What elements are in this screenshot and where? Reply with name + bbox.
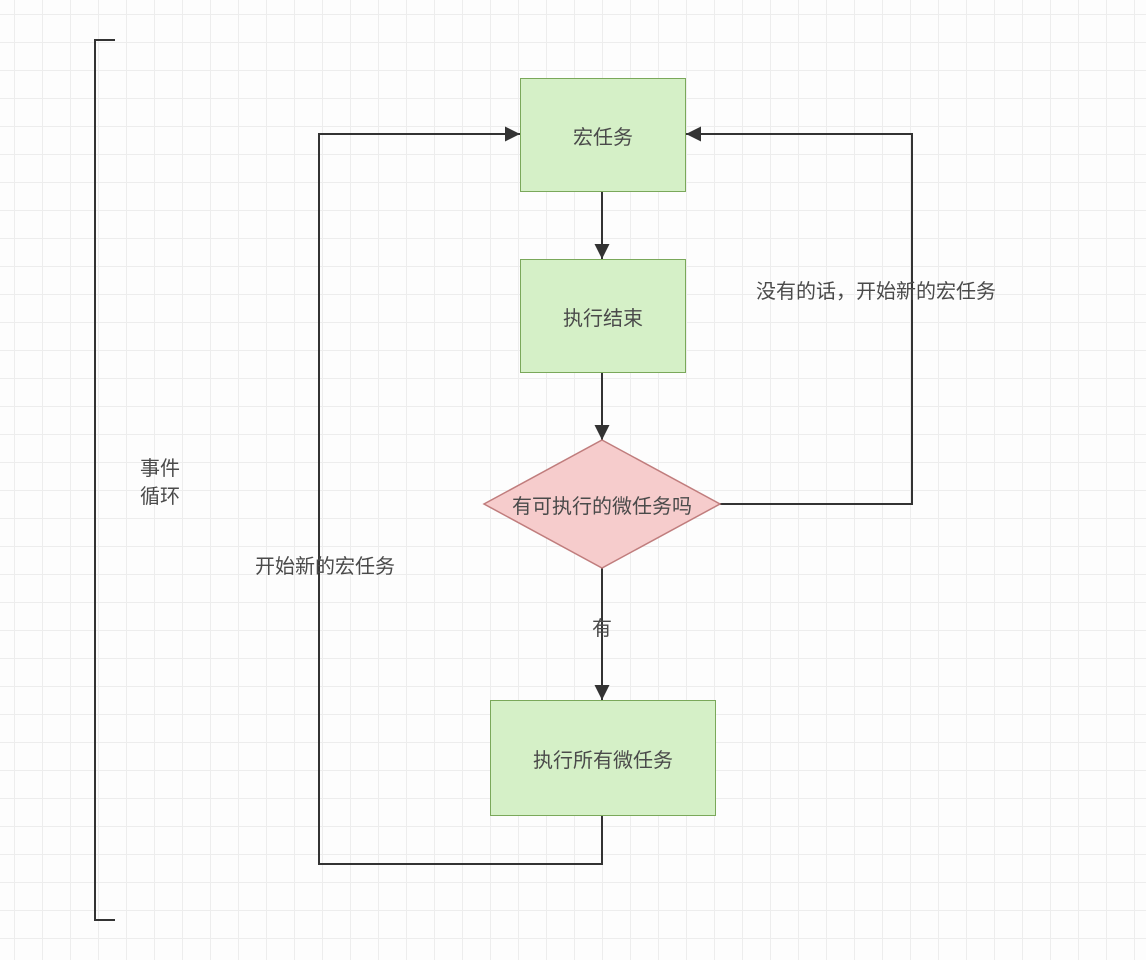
edge-label-loopback: 开始新的宏任务 bbox=[225, 550, 425, 579]
node-execdone-label: 执行结束 bbox=[563, 302, 643, 331]
node-macrotask-label: 宏任务 bbox=[573, 121, 633, 150]
node-macrotask: 宏任务 bbox=[520, 78, 686, 192]
edge-label-loopback-text: 开始新的宏任务 bbox=[255, 556, 395, 578]
edge-label-no-new-text: 没有的话，开始新的宏任务 bbox=[756, 281, 996, 303]
node-runmicro: 执行所有微任务 bbox=[490, 700, 716, 816]
node-hasmicro-label: 有可执行的微任务吗 bbox=[512, 490, 692, 519]
bracket-label-line2: 循环 bbox=[130, 483, 190, 511]
node-hasmicro-label-container: 有可执行的微任务吗 bbox=[484, 480, 720, 528]
bracket-label: 事件 循环 bbox=[130, 455, 190, 511]
edge-label-yes-text: 有 bbox=[592, 618, 612, 640]
node-execdone: 执行结束 bbox=[520, 259, 686, 373]
edge-label-yes: 有 bbox=[580, 612, 624, 641]
diagram-canvas: 宏任务 执行结束 有可执行的微任务吗 执行所有微任务 有 没有的话，开始新的宏任… bbox=[0, 0, 1146, 960]
edge-label-no-new: 没有的话，开始新的宏任务 bbox=[756, 275, 1036, 304]
bracket-path bbox=[95, 40, 115, 920]
bracket-label-line1: 事件 bbox=[130, 455, 190, 483]
edge-hasmicro-macrotask bbox=[686, 134, 912, 504]
node-runmicro-label: 执行所有微任务 bbox=[533, 744, 673, 773]
